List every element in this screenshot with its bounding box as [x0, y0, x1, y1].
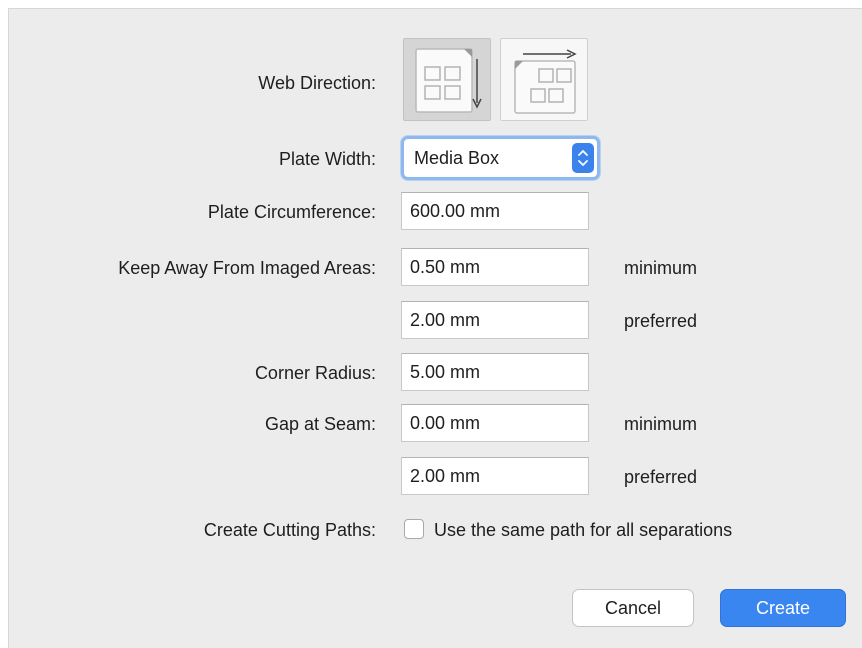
plate-width-value: Media Box — [414, 148, 500, 168]
create-button[interactable]: Create — [720, 589, 846, 627]
web-direction-vertical-button[interactable] — [403, 38, 491, 121]
gap-at-seam-preferred-field[interactable]: 2.00 mm — [401, 457, 589, 495]
plate-width-select[interactable]: Media Box — [401, 136, 600, 180]
plate-circumference-field[interactable]: 600.00 mm — [401, 192, 589, 230]
same-path-checkbox[interactable] — [404, 519, 424, 539]
keep-away-preferred-field[interactable]: 2.00 mm — [401, 301, 589, 339]
corner-radius-field[interactable]: 5.00 mm — [401, 353, 589, 391]
same-path-checkbox-label[interactable]: Use the same path for all separations — [434, 519, 732, 541]
gap-at-seam-minimum-note: minimum — [624, 414, 698, 434]
gap-at-seam-label: Gap at Seam: — [264, 414, 376, 434]
plate-circumference-label: Plate Circumference: — [207, 202, 376, 222]
keep-away-minimum-note: minimum — [624, 258, 698, 278]
web-direction-horizontal-icon — [514, 49, 577, 114]
gap-at-seam-minimum-field[interactable]: 0.00 mm — [401, 404, 589, 442]
keep-away-label: Keep Away From Imaged Areas: — [118, 258, 376, 278]
keep-away-minimum-field[interactable]: 0.50 mm — [401, 248, 589, 286]
web-direction-vertical-icon — [415, 48, 482, 113]
web-direction-horizontal-button[interactable] — [500, 38, 588, 121]
gap-at-seam-preferred-note: preferred — [624, 467, 698, 487]
web-direction-label: Web Direction: — [258, 73, 376, 93]
cutting-paths-label: Create Cutting Paths: — [203, 520, 376, 540]
updown-chevron-icon — [572, 143, 594, 173]
cancel-button[interactable]: Cancel — [572, 589, 694, 627]
corner-radius-label: Corner Radius: — [254, 363, 376, 383]
plate-width-label: Plate Width: — [278, 149, 376, 169]
keep-away-preferred-note: preferred — [624, 311, 698, 331]
